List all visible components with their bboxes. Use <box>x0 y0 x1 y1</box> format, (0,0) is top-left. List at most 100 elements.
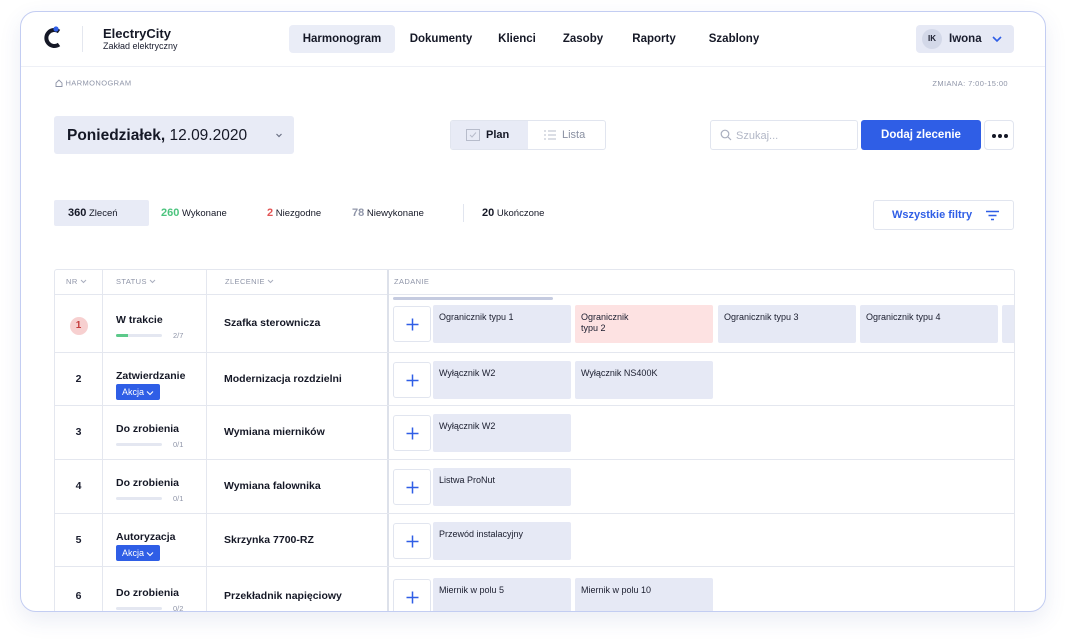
task-card[interactable] <box>1002 305 1014 343</box>
breadcrumb[interactable]: HARMONOGRAM <box>55 78 132 88</box>
nav-zasoby[interactable]: Zasoby <box>556 25 610 53</box>
progress-bar <box>116 497 162 500</box>
plus-icon <box>406 318 419 331</box>
nav-klienci[interactable]: Klienci <box>491 25 543 53</box>
all-filters-label: Wszystkie filtry <box>892 209 973 221</box>
app-name: ElectryCity <box>103 26 171 41</box>
home-icon <box>55 79 63 87</box>
stat-value: 20 <box>482 207 495 219</box>
calendar-icon <box>466 129 480 141</box>
task-card[interactable]: Listwa ProNut <box>433 468 571 506</box>
column-header-nr[interactable]: NR <box>66 270 87 294</box>
row-number: 2 <box>75 373 82 385</box>
stat-label: Ukończone <box>496 208 545 219</box>
alert-badge: 1 <box>69 317 88 335</box>
task-card[interactable]: Miernik w polu 5 <box>433 578 571 611</box>
order-name[interactable]: Modernizacja rozdzielni <box>224 373 342 385</box>
task-card[interactable]: Wyłącznik NS400K <box>575 361 713 399</box>
row-number: 6 <box>75 590 82 602</box>
filter-icon <box>986 210 999 221</box>
progress-count: 2/7 <box>173 331 184 340</box>
table-row[interactable]: 1 W trakcie 2/7 Szafka sterownicza Ograniczn… <box>55 295 1014 353</box>
table-row[interactable]: 6 Do zrobienia 0/2 Przekładnik napięciowy Mi… <box>55 567 1014 611</box>
stat-completed[interactable]: 20 Ukończone <box>482 200 544 226</box>
task-card[interactable]: Ogranicznik typu 4 <box>860 305 998 343</box>
order-name[interactable]: Skrzynka 7700-RZ <box>224 534 314 546</box>
stat-value: 360 <box>68 207 87 219</box>
list-view-label: Lista <box>562 129 586 141</box>
task-card[interactable]: Przewód instalacyjny <box>433 522 571 560</box>
plan-view-label: Plan <box>486 129 510 141</box>
date-label: Poniedziałek, 12.09.2020 <box>67 127 247 145</box>
electrycity-logo-icon[interactable] <box>43 26 63 50</box>
task-card[interactable]: Ogranicznik typu 2 <box>575 305 713 343</box>
column-label: ZLECENIE <box>225 277 265 286</box>
stat-done[interactable]: 260 Wykonane <box>161 200 227 226</box>
status-label: Do zrobienia <box>116 423 180 435</box>
add-order-button[interactable]: Dodaj zlecenie <box>861 120 981 150</box>
all-filters-button[interactable]: Wszystkie filtry <box>873 200 1014 230</box>
task-card[interactable]: Ogranicznik typu 1 <box>433 305 571 343</box>
stat-orders[interactable]: 360 Zleceń <box>54 200 149 226</box>
chevron-down-icon <box>150 279 156 284</box>
table-row[interactable]: 2 Zatwierdzanie Akcja Modernizacja rozdziel… <box>55 353 1014 406</box>
progress-bar <box>116 334 162 337</box>
status-label: W trakcie <box>116 314 163 326</box>
stat-not-done[interactable]: 78 Niewykonane <box>352 200 424 226</box>
date-picker[interactable]: Poniedziałek, 12.09.2020 <box>54 116 294 154</box>
add-task-button[interactable] <box>393 579 431 611</box>
task-card[interactable]: Wyłącznik W2 <box>433 414 571 452</box>
progress-count: 0/1 <box>173 494 184 503</box>
order-name[interactable]: Szafka sterownicza <box>224 317 320 329</box>
nav-harmonogram[interactable]: Harmonogram <box>289 25 395 53</box>
chevron-down-icon <box>276 133 282 138</box>
add-task-button[interactable] <box>393 306 431 342</box>
action-dropdown[interactable]: Akcja <box>116 384 161 400</box>
status-label: Do zrobienia <box>116 477 180 489</box>
user-menu[interactable]: IK Iwona <box>916 25 1014 53</box>
action-dropdown[interactable]: Akcja <box>116 545 161 561</box>
add-task-button[interactable] <box>393 362 431 398</box>
stat-label: Zleceń <box>89 208 118 219</box>
row-number: 3 <box>75 426 82 438</box>
view-toggle: Plan Lista <box>450 120 606 150</box>
task-card[interactable]: Ogranicznik typu 3 <box>718 305 856 343</box>
nav-raporty[interactable]: Raporty <box>623 25 685 53</box>
task-card[interactable]: Miernik w polu 10 <box>575 578 713 611</box>
task-card[interactable]: Wyłącznik W2 <box>433 361 571 399</box>
order-name[interactable]: Wymiana falownika <box>224 480 321 492</box>
shift-info: ZMIANA: 7:00-15:00 <box>932 79 1008 88</box>
column-header-status[interactable]: STATUS <box>116 270 156 294</box>
chevron-down-icon <box>80 279 87 284</box>
column-header-task: ZADANIE <box>394 277 430 286</box>
table-row[interactable]: 4 Do zrobienia 0/1 Wymiana falownika Listwa … <box>55 460 1014 514</box>
plan-view-button[interactable]: Plan <box>451 121 528 149</box>
add-task-button[interactable] <box>393 415 431 451</box>
progress-bar <box>116 607 162 610</box>
more-options-button[interactable] <box>984 120 1014 150</box>
chevron-down-icon <box>146 551 154 556</box>
add-task-button[interactable] <box>393 469 431 505</box>
top-bar: ElectryCity Zakład elektryczny Harmonogr… <box>21 12 1045 67</box>
order-name[interactable]: Przekładnik napięciowy <box>224 590 342 602</box>
stat-value: 260 <box>161 207 180 219</box>
column-label: STATUS <box>116 277 147 286</box>
search-input[interactable] <box>736 127 851 144</box>
list-icon <box>544 130 556 140</box>
nav-szablony[interactable]: Szablony <box>700 25 768 53</box>
dot <box>1004 134 1008 138</box>
nav-dokumenty[interactable]: Dokumenty <box>401 25 481 53</box>
column-label: NR <box>66 277 78 286</box>
add-task-button[interactable] <box>393 523 431 559</box>
progress-fill <box>116 334 128 337</box>
table-row[interactable]: 3 Do zrobienia 0/1 Wymiana mierników Wyłączn… <box>55 406 1014 460</box>
column-header-order[interactable]: ZLECENIE <box>225 270 274 294</box>
stat-label: Wykonane <box>182 208 227 219</box>
progress-bar <box>116 443 162 446</box>
order-name[interactable]: Wymiana mierników <box>224 426 325 438</box>
stat-nonconforming[interactable]: 2 Niezgodne <box>267 200 321 226</box>
row-number: 1 <box>55 317 102 335</box>
search-box <box>710 120 858 150</box>
table-row[interactable]: 5 Autoryzacja Akcja Skrzynka 7700-RZ Przewód… <box>55 514 1014 567</box>
dot <box>998 134 1002 138</box>
